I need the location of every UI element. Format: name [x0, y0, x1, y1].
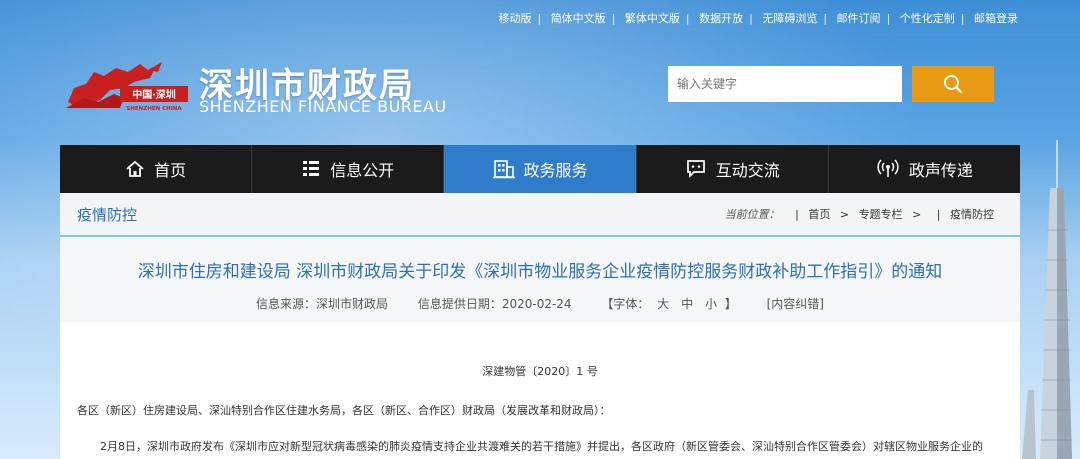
section-title: 疫情防控	[77, 206, 138, 224]
list-icon	[301, 159, 321, 179]
nav-gov-services[interactable]: 政务服务	[444, 145, 637, 193]
addressee-paragraph: 各区（新区）住房建设局、深汕特别合作区住建水务局，各区（新区、合作区）财政局（发…	[77, 404, 611, 417]
link-subscribe[interactable]: 邮件订阅	[837, 12, 881, 25]
nav-policy-voice[interactable]: 政声传递	[829, 145, 1020, 193]
search-button[interactable]	[912, 66, 994, 102]
article-title: 深圳市住房和建设局 深圳市财政局关于印发《深圳市物业服务企业疫情防控服务财政补助…	[137, 262, 943, 282]
svg-text:SHENZHEN CHINA: SHENZHEN CHINA	[126, 106, 182, 112]
broadcast-icon	[876, 159, 900, 179]
content-correction-link[interactable]: [内容纠错]	[767, 297, 824, 311]
nav-gov-label: 政务服务	[523, 161, 588, 180]
article-panel: 深圳市住房和建设局 深圳市财政局关于印发《深圳市物业服务企业疫情防控服务财政补助…	[60, 237, 1020, 459]
link-traditional[interactable]: 繁体中文版	[625, 12, 680, 25]
body-paragraph: 2月8日，深圳市政府发布《深圳市应对新型冠状病毒感染的肺炎疫情支持企业共渡难关的…	[100, 440, 983, 453]
link-accessibility[interactable]: 无障碍浏览	[762, 12, 817, 25]
font-size-switcher: 【字体： 大 中 小 】	[601, 297, 737, 311]
skyscraper-decoration	[1022, 140, 1072, 459]
article-date: 信息提供日期：2020-02-24	[417, 297, 572, 311]
breadcrumb-label: 当前位置：	[724, 208, 780, 221]
nav-home[interactable]: 首页	[60, 145, 253, 193]
nav-voice-label: 政声传递	[908, 161, 973, 180]
svg-text:中国·深圳: 中国·深圳	[132, 88, 175, 101]
font-size-small[interactable]: 小	[705, 297, 717, 311]
home-icon	[125, 159, 145, 179]
nav-info-label: 信息公开	[330, 161, 395, 180]
breadcrumb: 当前位置： | 首页 > 专题专栏 > | 疫情防控	[724, 208, 994, 221]
breadcrumb-current[interactable]: 疫情防控	[950, 208, 994, 221]
article-meta: 信息来源：深圳市财政局 信息提供日期：2020-02-24 【字体： 大 中 小…	[60, 295, 1020, 312]
link-simplified[interactable]: 简体中文版	[551, 12, 606, 25]
nav-interaction[interactable]: 互动交流	[637, 145, 829, 193]
link-mail-login[interactable]: 邮箱登录	[974, 12, 1018, 25]
chat-icon	[685, 159, 707, 179]
search-input[interactable]	[668, 66, 902, 102]
link-open-data[interactable]: 数据开放	[699, 12, 743, 25]
font-size-large[interactable]: 大	[657, 297, 669, 311]
document-number: 深建物管〔2020〕1 号	[482, 365, 598, 378]
search-icon	[944, 75, 963, 94]
nav-interaction-label: 互动交流	[715, 161, 780, 180]
top-utility-links: 移动版 | 简体中文版 | 繁体中文版 | 数据开放 | 无障碍浏览 | 邮件订阅 | 个性…	[498, 12, 1018, 25]
breadcrumb-special-topics[interactable]: 专题专栏	[859, 208, 903, 221]
nav-home-label: 首页	[154, 161, 187, 180]
search-box	[668, 66, 994, 102]
nav-info-disclosure[interactable]: 信息公开	[252, 145, 445, 193]
font-size-medium[interactable]: 中	[681, 297, 693, 311]
breadcrumb-bar: 疫情防控 当前位置： | 首页 > 专题专栏 > | 疫情防控	[60, 193, 1020, 237]
article-header: 深圳市住房和建设局 深圳市财政局关于印发《深圳市物业服务企业疫情防控服务财政补助…	[60, 237, 1020, 322]
bull-emblem-icon: 中国·深圳 SHENZHEN CHINA	[66, 62, 188, 112]
building-icon	[492, 159, 515, 179]
link-mobile[interactable]: 移动版	[498, 12, 531, 25]
site-logo[interactable]: 中国·深圳 SHENZHEN CHINA 深圳市财政局 SHENZHEN FIN…	[64, 58, 464, 120]
link-personalize[interactable]: 个性化定制	[900, 12, 955, 25]
site-name-en: SHENZHEN FINANCE BUREAU	[199, 97, 447, 116]
main-nav: 首页 信息公开 政务服务 互动交流 政声传递	[60, 145, 1020, 193]
breadcrumb-home[interactable]: 首页	[808, 208, 830, 221]
article-source: 信息来源：深圳市财政局	[255, 297, 388, 311]
